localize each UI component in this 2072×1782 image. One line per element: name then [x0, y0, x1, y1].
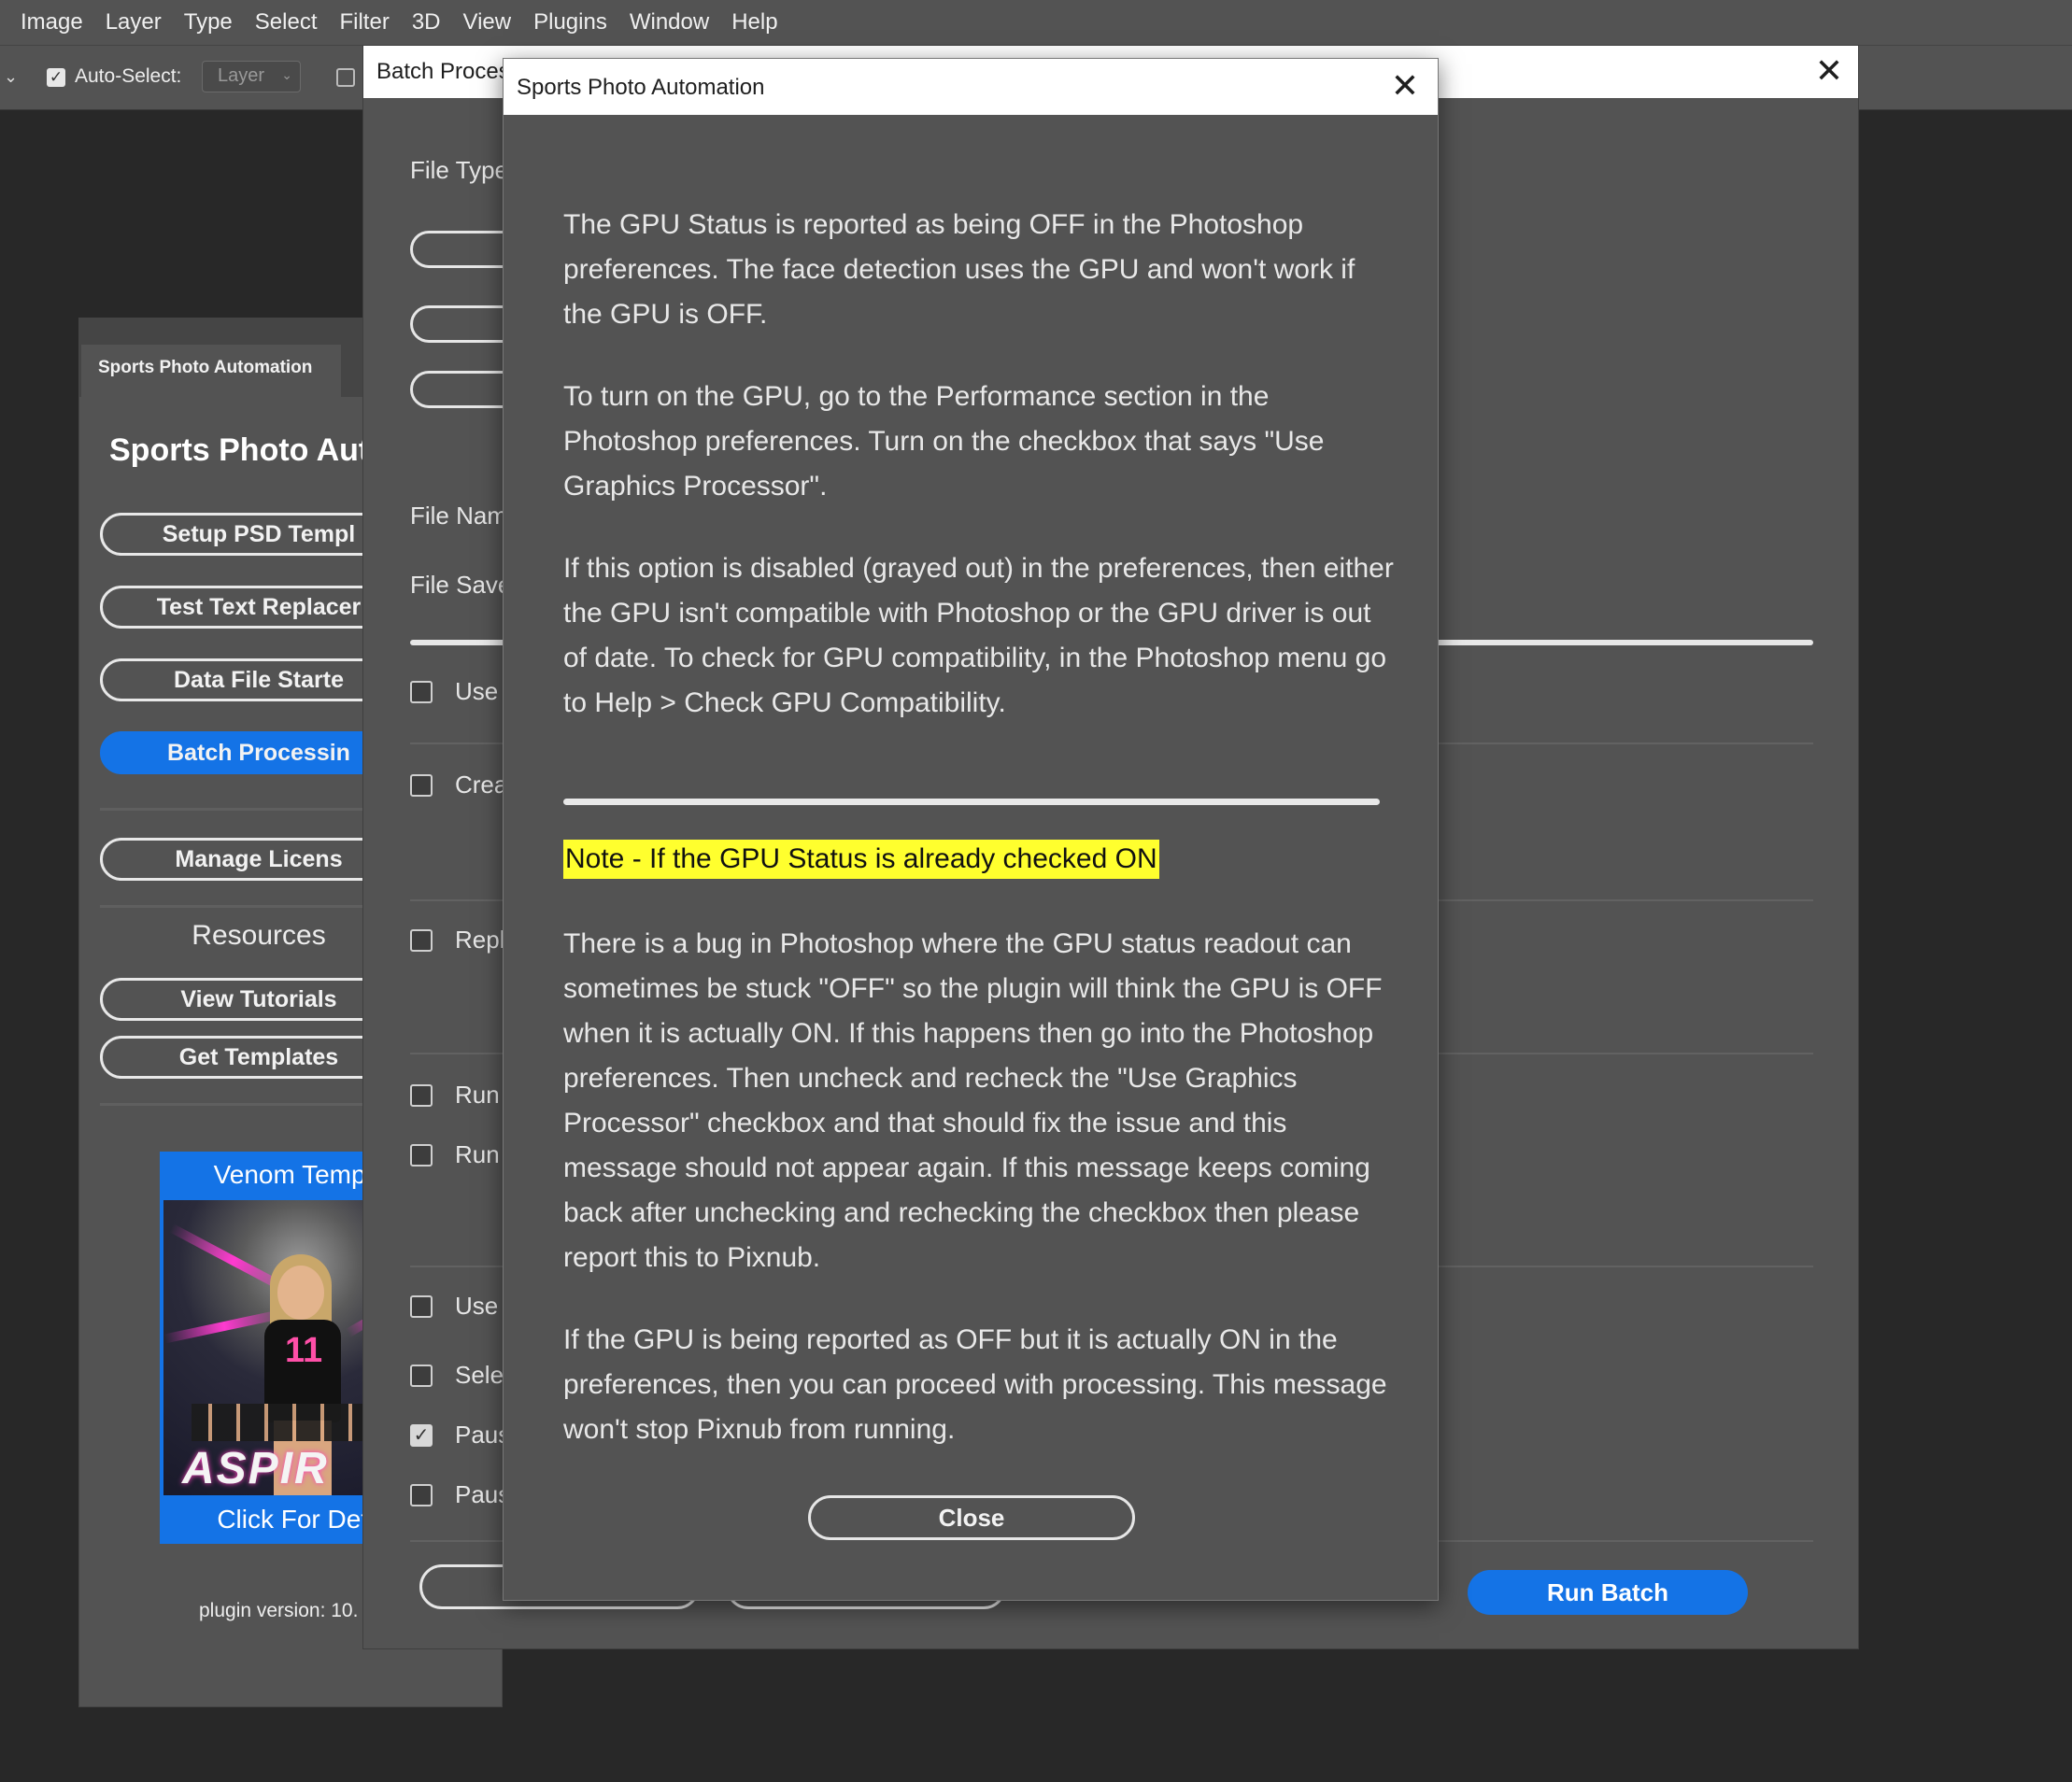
- batch-window-title: Batch Proces: [376, 59, 510, 84]
- option-checkbox[interactable]: [410, 1144, 433, 1167]
- dialog-paragraph: If this option is disabled (grayed out) …: [563, 553, 1394, 718]
- close-icon[interactable]: ✕: [1815, 51, 1843, 91]
- plugin-version: plugin version: 10.: [199, 1600, 359, 1621]
- menu-3d[interactable]: 3D: [412, 9, 441, 35]
- option-checkbox[interactable]: [410, 1484, 433, 1506]
- menu-help[interactable]: Help: [731, 9, 777, 35]
- dialog-title: Sports Photo Automation: [517, 75, 765, 100]
- gpu-note-highlight: Note - If the GPU Status is already chec…: [563, 840, 1159, 879]
- chevron-down-icon: ⌄: [281, 67, 292, 82]
- option-checkbox[interactable]: [410, 774, 433, 797]
- show-transform-controls-checkbox[interactable]: [336, 68, 355, 87]
- option-checkbox-label: Use: [455, 1292, 499, 1320]
- tool-preset-chevron-icon[interactable]: ⌄: [4, 67, 18, 87]
- close-icon[interactable]: ✕: [1391, 66, 1419, 106]
- promo-image-text: ASPIR: [182, 1444, 329, 1493]
- auto-select-label: Auto-Select:: [75, 65, 182, 87]
- option-checkbox[interactable]: [410, 929, 433, 952]
- auto-select-target-value: Layer: [218, 65, 265, 86]
- menu-window[interactable]: Window: [630, 9, 709, 35]
- option-checkbox-label: Run: [455, 1140, 500, 1168]
- gpu-warning-dialog: Sports Photo Automation ✕ The GPU Status…: [503, 58, 1439, 1601]
- dialog-divider: [563, 799, 1380, 805]
- menu-plugins[interactable]: Plugins: [533, 9, 607, 35]
- dialog-paragraph: There is a bug in Photoshop where the GP…: [563, 928, 1383, 1273]
- option-checkbox[interactable]: [410, 1084, 433, 1107]
- option-checkbox-label: Run: [455, 1081, 500, 1109]
- player-head: [277, 1266, 324, 1320]
- close-button[interactable]: Close: [808, 1495, 1135, 1540]
- file-save-label: File Save: [410, 571, 512, 599]
- run-batch-button[interactable]: Run Batch: [1468, 1570, 1748, 1615]
- menu-view[interactable]: View: [463, 9, 512, 35]
- plugin-tab[interactable]: Sports Photo Automation: [81, 345, 341, 397]
- option-checkbox-label: Crea: [455, 771, 508, 799]
- menu-layer[interactable]: Layer: [106, 9, 162, 35]
- dialog-titlebar: Sports Photo Automation ✕: [504, 59, 1438, 115]
- auto-select-checkbox[interactable]: ✓: [47, 68, 65, 87]
- option-checkbox-checked[interactable]: ✓: [410, 1424, 433, 1447]
- option-checkbox-label: Repl: [455, 926, 505, 954]
- file-name-label: File Nam: [410, 502, 508, 530]
- option-checkbox[interactable]: [410, 1295, 433, 1318]
- dialog-paragraph: If the GPU is being reported as OFF but …: [563, 1324, 1387, 1445]
- dialog-paragraph: To turn on the GPU, go to the Performanc…: [563, 381, 1325, 502]
- menu-select[interactable]: Select: [255, 9, 318, 35]
- player-number: 11: [285, 1331, 323, 1370]
- menu-filter[interactable]: Filter: [339, 9, 389, 35]
- dialog-paragraph: The GPU Status is reported as being OFF …: [563, 209, 1355, 330]
- auto-select-target-dropdown[interactable]: Layer ⌄: [202, 61, 301, 92]
- option-checkbox-label: Use: [455, 677, 499, 705]
- file-type-label: File Type: [410, 156, 509, 184]
- menu-bar: Image Layer Type Select Filter 3D View P…: [0, 0, 2072, 45]
- option-checkbox[interactable]: [410, 681, 433, 703]
- menu-image[interactable]: Image: [21, 9, 83, 35]
- menu-type[interactable]: Type: [184, 9, 233, 35]
- option-checkbox[interactable]: [410, 1365, 433, 1387]
- plugin-heading: Sports Photo Autc: [109, 432, 388, 468]
